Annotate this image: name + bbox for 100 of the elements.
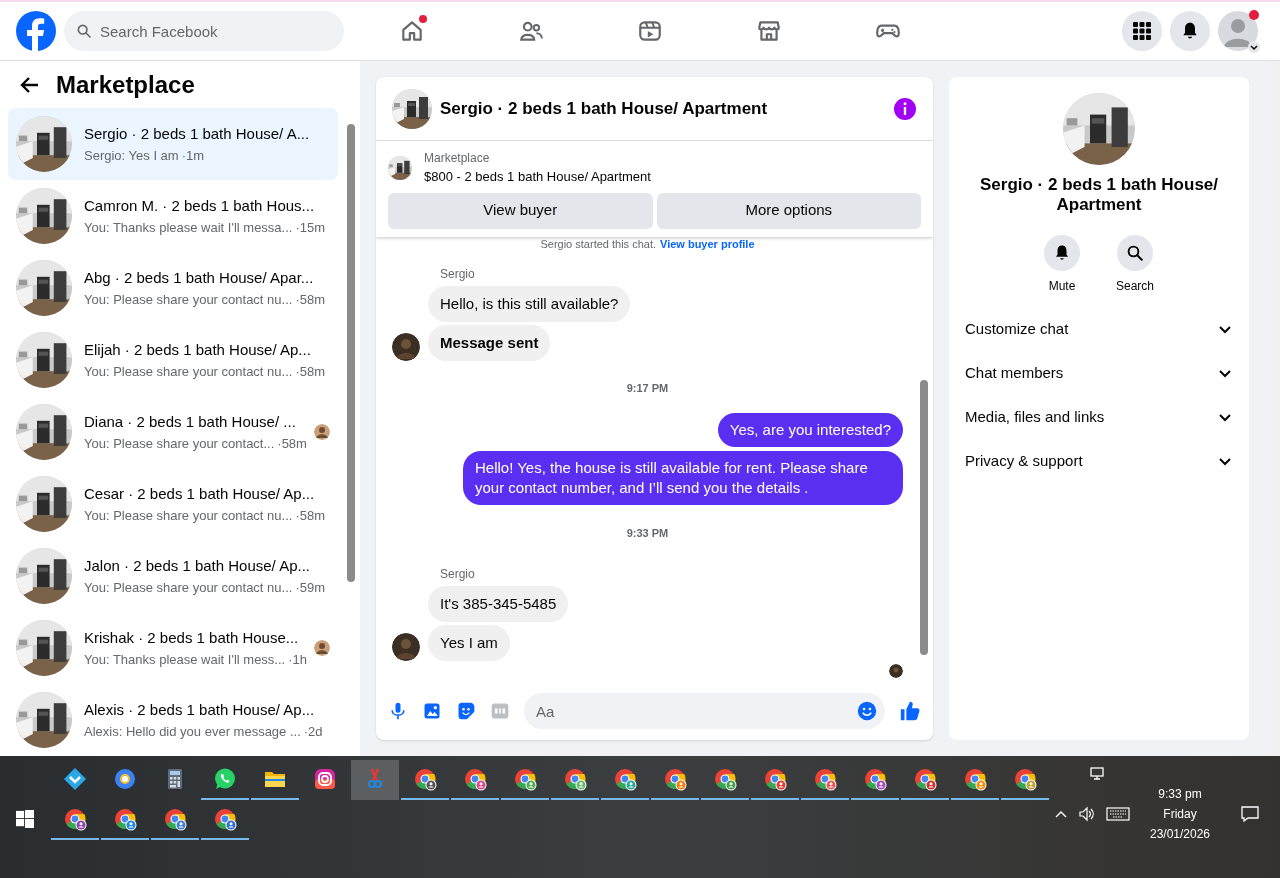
- profile-button[interactable]: [1218, 11, 1258, 51]
- search-field[interactable]: Search Facebook: [64, 11, 344, 51]
- details-title: Sergio · 2 beds 1 bath House/ Apartment: [978, 175, 1220, 215]
- chrome-icon: [413, 767, 437, 791]
- page-title: Marketplace: [56, 69, 195, 100]
- sender-name: Sergio: [440, 566, 476, 583]
- conversation-item[interactable]: Camron M. · 2 beds 1 bath Hous... You: Thanks please wait I'll messa... ·15m: [8, 180, 338, 252]
- message-preview: Sergio: Yes I am: [84, 146, 179, 165]
- conversation-item[interactable]: Cesar · 2 beds 1 bath House/ Ap... You: Please share your contact nu... ·58m: [8, 468, 338, 540]
- buyer-profile-link[interactable]: View buyer profile: [660, 237, 755, 250]
- message-preview: You: Thanks please wait I'll messa...: [84, 218, 293, 237]
- chrome-icon: [763, 767, 787, 791]
- conversation-title: Diana · 2 beds 1 bath House/ ...: [84, 412, 297, 432]
- conversation-title: Camron M. · 2 beds 1 bath Hous...: [84, 196, 316, 216]
- conversation-item[interactable]: Krishak · 2 beds 1 bath House... You: Thanks please wait I'll mess... ·1h: [8, 612, 338, 684]
- conversation-item[interactable]: Diana · 2 beds 1 bath House/ ... You: Please share your contact... ·58m: [8, 396, 338, 468]
- chrome-icon: [663, 767, 687, 791]
- back-arrow-icon[interactable]: [20, 74, 40, 95]
- chrome-icon: [113, 807, 137, 831]
- message-time: ·1h: [288, 650, 307, 669]
- conversation-title: Krishak · 2 beds 1 bath House...: [84, 628, 300, 648]
- message-preview: Alexis: Hello did you ever message ...: [84, 722, 301, 741]
- conversation-title: Elijah · 2 beds 1 bath House/ Ap...: [84, 340, 312, 360]
- conversation-title: Alexis · 2 beds 1 bath House/ Ap...: [84, 700, 316, 720]
- camera-icon: [313, 767, 337, 791]
- message-bubble: Hello! Yes, the house is still available for rent. Please share your contact number, and I’ll send you the details .: [463, 450, 903, 505]
- action-button[interactable]: More options: [656, 192, 921, 229]
- message-time: ·58m: [295, 290, 325, 309]
- scrollbar[interactable]: [1268, 61, 1280, 756]
- network-icon[interactable]: [1090, 766, 1106, 782]
- phone-bubble-icon: [213, 767, 237, 791]
- image-icon[interactable]: [422, 701, 442, 721]
- message-preview: You: Please share your contact nu...: [84, 362, 293, 381]
- storefront-icon: [755, 18, 782, 44]
- emoji-icon[interactable]: [857, 701, 877, 721]
- sticker-icon[interactable]: [456, 701, 476, 721]
- chrome-icon: [713, 767, 737, 791]
- chrome-icon: [913, 767, 937, 791]
- info-icon[interactable]: [893, 96, 917, 121]
- chrome-icon: [513, 767, 537, 791]
- notification-center-icon[interactable]: [1240, 804, 1260, 824]
- message-preview: You: Thanks please wait I'll mess...: [84, 650, 286, 669]
- message-time: ·58m: [295, 506, 325, 525]
- conversation-item[interactable]: Elijah · 2 beds 1 bath House/ Ap... You: Please share your contact nu... ·58m: [8, 324, 338, 396]
- chat-notice: Sergio started this chat.: [540, 237, 656, 250]
- timestamp: 9:33 PM: [626, 525, 669, 541]
- message-bubble: Hello, is this still available?: [428, 286, 631, 322]
- chrome-icon: [963, 767, 987, 791]
- section-row[interactable]: Chat members: [957, 351, 1241, 395]
- chrome-icon: [63, 807, 87, 831]
- conversation-title: Jalon · 2 beds 1 bath House/ Ap...: [84, 556, 311, 576]
- speaker-icon[interactable]: [1078, 806, 1096, 822]
- notifications-button[interactable]: [1170, 11, 1210, 51]
- message-bubble: Message sent: [428, 325, 551, 361]
- thumbs-up-icon[interactable]: [899, 700, 921, 722]
- menu-button[interactable]: [1122, 11, 1162, 51]
- section-row[interactable]: Customize chat: [957, 307, 1241, 351]
- chrome-icon: [813, 767, 837, 791]
- listing-label: Marketplace: [424, 150, 491, 167]
- timestamp: 9:17 PM: [626, 381, 669, 396]
- clock[interactable]: 9:33 pm Friday 23/01/2026: [1140, 784, 1220, 844]
- conversation-item[interactable]: Alexis · 2 beds 1 bath House/ Ap... Alexis: Hello did you ever message ... ·2d: [8, 684, 338, 756]
- message-bubble: Yes, are you interested?: [717, 412, 903, 447]
- message-time: ·15m: [295, 218, 326, 237]
- message-time: ·1m: [181, 146, 205, 165]
- conversation-title: Cesar · 2 beds 1 bath House/ Ap...: [84, 484, 316, 504]
- chrome-icon: [163, 807, 187, 831]
- message-time: ·2d: [303, 722, 323, 741]
- section-row[interactable]: Privacy & support: [957, 439, 1241, 483]
- windows-start-icon[interactable]: [16, 810, 34, 828]
- message-preview: You: Please share your contact nu...: [84, 290, 293, 309]
- logo-icon[interactable]: [16, 11, 56, 51]
- chrome-icon: [863, 767, 887, 791]
- caret-icon: [1248, 41, 1260, 53]
- message-time: ·59m: [295, 578, 325, 597]
- grid-icon: [1132, 21, 1152, 41]
- chrome-icon: [213, 807, 237, 831]
- message-bubble: It's 385-345-5485: [428, 586, 569, 622]
- message-preview: You: Please share your contact...: [84, 434, 275, 453]
- read-receipt-icon: [889, 664, 903, 678]
- conversation-title: Sergio · 2 beds 1 bath House/ A...: [84, 124, 311, 144]
- sender-name: Sergio: [440, 266, 476, 283]
- message-field[interactable]: Aa: [524, 693, 885, 729]
- chrome-icon: [463, 767, 487, 791]
- message-time: ·58m: [277, 434, 307, 453]
- conversation-item[interactable]: Sergio · 2 beds 1 bath House/ A... Sergio: Yes I am ·1m: [8, 108, 338, 180]
- browser-icon: [113, 767, 137, 791]
- conversation-item[interactable]: Jalon · 2 beds 1 bath House/ Ap... You: Please share your contact nu... ·59m: [8, 540, 338, 612]
- keyboard-icon[interactable]: [1106, 807, 1130, 821]
- action-button[interactable]: View buyer: [388, 192, 653, 229]
- message-preview: You: Please share your contact nu...: [84, 578, 293, 597]
- video-icon: [636, 18, 663, 44]
- message-preview: You: Please share your contact nu...: [84, 506, 293, 525]
- diamond-icon: [63, 767, 87, 791]
- conversation-item[interactable]: Abg · 2 beds 1 bath House/ Apar... You: Please share your contact nu... ·58m: [8, 252, 338, 324]
- section-row[interactable]: Media, files and links: [957, 395, 1241, 439]
- conversation-title: Abg · 2 beds 1 bath House/ Apar...: [84, 268, 315, 288]
- chrome-icon: [613, 767, 637, 791]
- message-bubble: Yes I am: [428, 625, 510, 661]
- microphone-icon[interactable]: [388, 701, 408, 721]
